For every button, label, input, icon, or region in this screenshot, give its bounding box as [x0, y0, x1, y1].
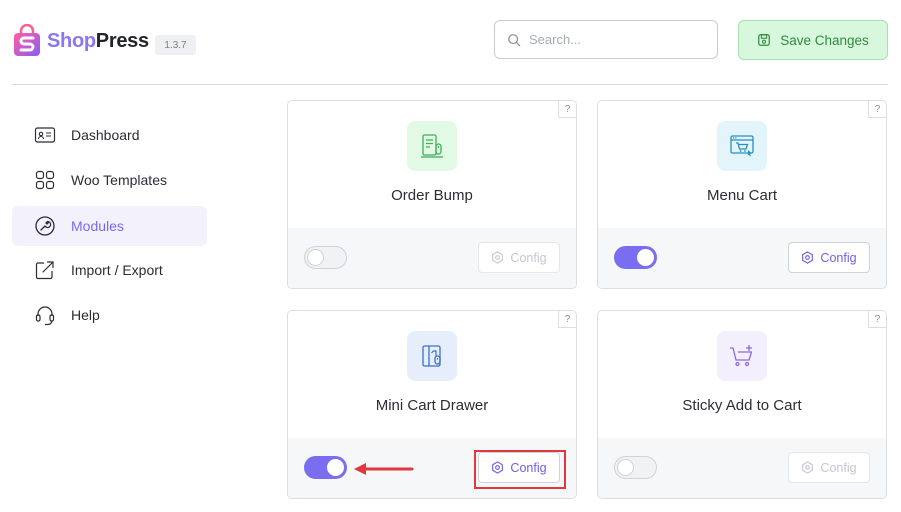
settings-hexagon-icon: [492, 461, 504, 474]
help-button[interactable]: ?: [868, 101, 886, 118]
module-footer: Config: [288, 228, 576, 288]
config-button[interactable]: Config: [478, 242, 560, 273]
mini-cart-drawer-icon-wrap: [407, 331, 457, 381]
shoppress-logo[interactable]: ShopPress: [12, 24, 149, 58]
search-icon: [508, 33, 521, 46]
brand-name: ShopPress: [47, 30, 149, 53]
module-title: Sticky Add to Cart: [682, 397, 802, 414]
config-label: Config: [510, 460, 547, 475]
toggle-knob: [327, 459, 344, 476]
sidebar-item-label: Modules: [71, 218, 124, 234]
brand-shop: Shop: [47, 29, 96, 52]
module-toggle[interactable]: [304, 456, 347, 479]
sidebar-item-label: Dashboard: [71, 127, 140, 143]
module-title: Order Bump: [391, 187, 473, 204]
module-footer: Config: [598, 228, 886, 288]
search-input[interactable]: [529, 32, 699, 47]
config-label: Config: [820, 460, 857, 475]
help-button[interactable]: ?: [558, 311, 576, 328]
module-card-sticky-add-to-cart: ? Sticky Add to Cart Config: [597, 310, 887, 499]
menu-cart-icon-wrap: [717, 121, 767, 171]
brand-press: Press: [95, 29, 149, 52]
toggle-knob: [637, 249, 654, 266]
config-button[interactable]: Config: [788, 452, 870, 483]
settings-hexagon-icon: [492, 251, 504, 264]
toggle-knob: [307, 249, 324, 266]
headset-icon: [35, 306, 55, 326]
sidebar-item-label: Help: [71, 307, 100, 323]
order-bump-icon-wrap: [407, 121, 457, 171]
module-card-menu-cart: ? Menu Cart Config: [597, 100, 887, 289]
sidebar-item-modules[interactable]: Modules: [12, 206, 207, 246]
help-button[interactable]: ?: [868, 311, 886, 328]
module-title: Mini Cart Drawer: [375, 397, 489, 414]
import-export-icon: [35, 261, 54, 280]
config-button[interactable]: Config: [478, 452, 560, 483]
module-card-order-bump: ? Order Bump Config: [287, 100, 577, 289]
module-toggle[interactable]: [614, 456, 657, 479]
help-button[interactable]: ?: [558, 101, 576, 118]
dashboard-icon: [34, 127, 56, 143]
mini-cart-drawer-icon: [422, 345, 441, 367]
module-footer: Config: [288, 438, 576, 498]
version-badge: 1.3.7: [155, 35, 196, 55]
module-toggle[interactable]: [304, 246, 347, 269]
templates-grid-icon: [35, 170, 55, 190]
order-bump-icon: [421, 134, 443, 158]
config-label: Config: [510, 250, 547, 265]
sidebar-item-woo-templates[interactable]: Woo Templates: [12, 160, 207, 200]
config-label: Config: [820, 250, 857, 265]
header-divider: [12, 84, 888, 85]
save-changes-button[interactable]: Save Changes: [738, 20, 888, 60]
sidebar-item-import-export[interactable]: Import / Export: [12, 250, 207, 290]
menu-cart-icon: [730, 135, 754, 157]
sidebar-item-dashboard[interactable]: Dashboard: [12, 115, 207, 155]
shoppress-bag-icon: [14, 24, 40, 56]
settings-hexagon-icon: [802, 251, 814, 264]
sidebar-item-help[interactable]: Help: [12, 295, 207, 335]
module-card-mini-cart-drawer: ? Mini Cart Drawer Config: [287, 310, 577, 499]
search-box[interactable]: [494, 20, 718, 59]
modules-icon: [35, 216, 55, 236]
module-footer: Config: [598, 438, 886, 498]
module-title: Menu Cart: [706, 187, 778, 204]
save-changes-label: Save Changes: [780, 32, 869, 48]
sticky-add-to-cart-icon: [730, 345, 753, 367]
toggle-knob: [617, 459, 634, 476]
annotation-arrow-icon: [354, 463, 414, 475]
module-toggle[interactable]: [614, 246, 657, 269]
sidebar-item-label: Woo Templates: [71, 172, 167, 188]
sidebar-item-label: Import / Export: [71, 262, 163, 278]
settings-hexagon-icon: [802, 461, 814, 474]
save-icon: [758, 34, 771, 46]
sticky-add-to-cart-icon-wrap: [717, 331, 767, 381]
config-button[interactable]: Config: [788, 242, 870, 273]
